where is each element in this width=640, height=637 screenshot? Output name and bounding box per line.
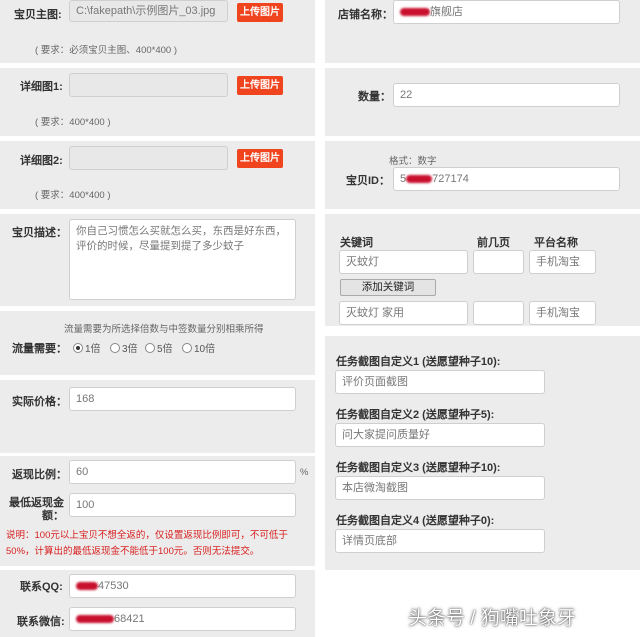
- traffic-hint: 流量需要为所选择倍数与中签数量分别相乘所得: [64, 324, 264, 335]
- keyword-input-1[interactable]: 灭蚊灯: [339, 250, 468, 274]
- item-id-input[interactable]: 5 727174: [393, 167, 620, 191]
- page-input-1[interactable]: [473, 250, 524, 274]
- main-image-label: 宝贝主图:: [14, 9, 62, 21]
- screenshot-2-label: 任务截图自定义2 (送愿望种子5):: [336, 409, 495, 421]
- detail1-hint: ( 要求：400*400 ): [35, 117, 111, 128]
- traffic-option-1x[interactable]: 1倍: [73, 340, 101, 355]
- keyword-column-header: 关键词: [340, 237, 373, 249]
- rebate-ratio-label: 返现比例：: [12, 469, 67, 481]
- wechat-input[interactable]: 68421: [69, 607, 296, 631]
- price-input[interactable]: 168: [69, 387, 296, 411]
- redaction-mark: [400, 8, 430, 17]
- shop-label: 店铺名称：: [338, 9, 393, 21]
- detail2-upload-button[interactable]: 上传图片: [237, 149, 283, 168]
- traffic-option-10x[interactable]: 10倍: [182, 340, 215, 355]
- description-textarea[interactable]: 你自己习惯怎么买就怎么买，东西是好东西，评价的时候，尽量提到提了多少蚊子: [69, 219, 296, 300]
- detail1-label: 详细图1:: [20, 81, 63, 93]
- main-image-upload-button[interactable]: 上传图片: [237, 3, 283, 22]
- radio-icon: [145, 342, 155, 353]
- keyword-input-2[interactable]: 灭蚊灯 家用: [339, 301, 468, 325]
- screenshot-4-input[interactable]: 详情页底部: [335, 529, 545, 553]
- watermark: 头条号 / 狗嘴吐象牙: [408, 608, 576, 629]
- item-id-format-hint: 格式：数字: [389, 156, 437, 167]
- screenshot-3-label: 任务截图自定义3 (送愿望种子10):: [336, 462, 501, 474]
- traffic-label: 流量需要：: [12, 343, 67, 355]
- main-image-hint: ( 要求：必须宝贝主图、400*400 ): [35, 45, 178, 56]
- screenshot-3-input[interactable]: 本店微淘截图: [335, 476, 545, 500]
- quantity-label: 数量：: [358, 91, 391, 103]
- wechat-label: 联系微信:: [17, 616, 65, 628]
- rebate-ratio-unit: %: [300, 467, 309, 478]
- traffic-option-5x[interactable]: 5倍: [145, 340, 173, 355]
- min-rebate-label: 最低返现金额：: [9, 497, 64, 522]
- rebate-note: 说明：100元以上宝贝不想全返的，仅设置返现比例即可，不可低于50%，计算出的最…: [6, 530, 288, 557]
- screenshot-1-label: 任务截图自定义1 (送愿望种子10):: [336, 356, 501, 368]
- radio-icon: [110, 342, 120, 353]
- screenshot-4-label: 任务截图自定义4 (送愿望种子0):: [336, 515, 495, 527]
- detail2-hint: ( 要求：400*400 ): [35, 190, 111, 201]
- redaction-mark: [76, 615, 114, 624]
- platform-column-header: 平台名称: [534, 237, 578, 249]
- shop-input[interactable]: 旗舰店: [393, 0, 620, 24]
- qq-label: 联系QQ:: [20, 581, 63, 593]
- screenshot-1-input[interactable]: 评价页面截图: [335, 370, 545, 394]
- redaction-mark: [406, 175, 433, 184]
- min-rebate-input[interactable]: 100: [69, 493, 296, 517]
- rebate-ratio-input[interactable]: 60: [69, 460, 296, 484]
- price-label: 实际价格：: [12, 396, 67, 408]
- detail2-label: 详细图2:: [20, 155, 63, 167]
- platform-input-2[interactable]: 手机淘宝: [529, 301, 596, 325]
- detail1-upload-button[interactable]: 上传图片: [237, 76, 283, 95]
- detail2-file-field[interactable]: [69, 146, 228, 170]
- radio-selected-icon: [73, 342, 83, 353]
- detail1-file-field[interactable]: [69, 73, 228, 97]
- description-label: 宝贝描述：: [12, 227, 67, 239]
- platform-input-1[interactable]: 手机淘宝: [529, 250, 596, 274]
- add-keyword-button[interactable]: 添加关键词: [340, 279, 436, 296]
- item-id-label: 宝贝ID：: [346, 175, 390, 187]
- page-input-2[interactable]: [473, 301, 524, 325]
- redaction-mark: [76, 582, 98, 591]
- main-image-file-field[interactable]: C:\fakepath\示例图片_03.jpg: [69, 0, 228, 22]
- screenshot-2-input[interactable]: 问大家提问质量好: [335, 423, 545, 447]
- page-column-header: 前几页: [477, 237, 510, 249]
- qq-input[interactable]: 47530: [69, 574, 296, 598]
- quantity-input[interactable]: 22: [393, 83, 620, 107]
- traffic-option-3x[interactable]: 3倍: [110, 340, 138, 355]
- radio-icon: [182, 342, 192, 353]
